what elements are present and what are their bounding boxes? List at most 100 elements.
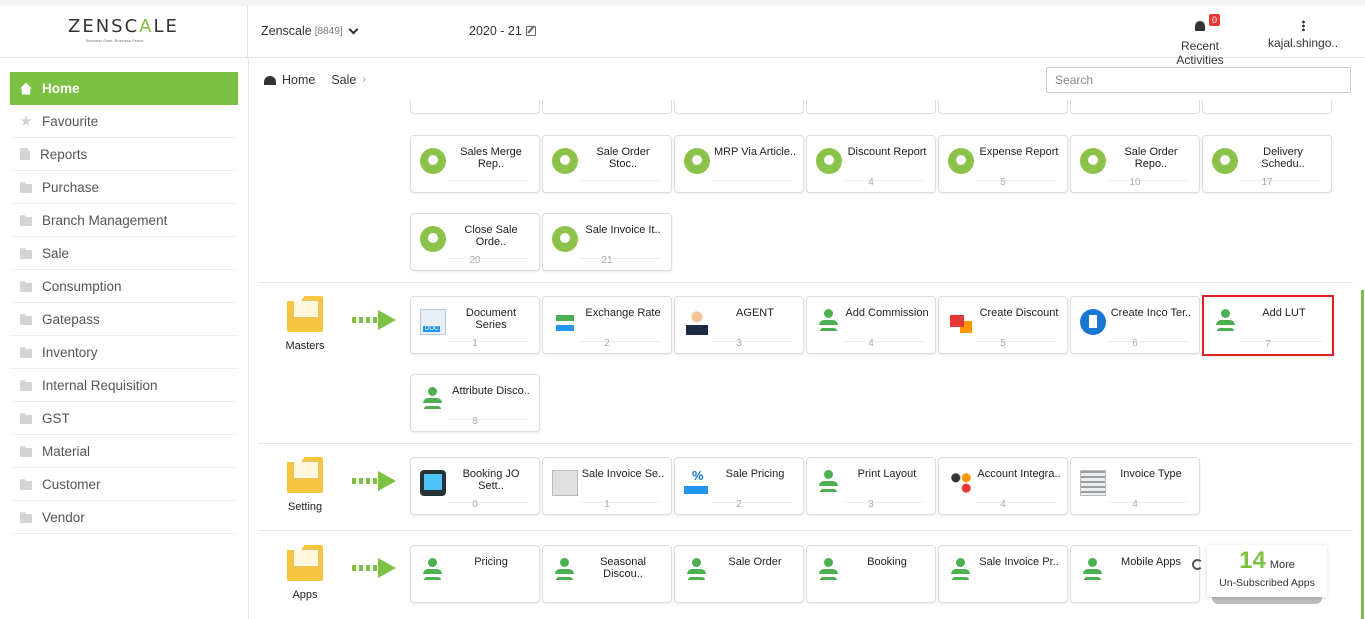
setting-card-invoice-type[interactable]: Invoice Type 4	[1070, 457, 1200, 515]
home-icon	[20, 82, 32, 95]
card-number: 8	[472, 416, 478, 427]
logo[interactable]: ZENSCALE	[68, 16, 179, 37]
folder-icon	[20, 380, 32, 391]
search-input[interactable]	[1046, 67, 1351, 93]
sidebar-item-customer[interactable]: Customer	[10, 468, 238, 501]
section-label-setting: Setting	[287, 501, 323, 513]
master-card-attribute-discount[interactable]: Attribute Disco.. 8	[410, 374, 540, 432]
folder-icon	[20, 479, 32, 490]
phone-icon	[420, 470, 446, 496]
card-title: Account Integra..	[977, 468, 1061, 480]
card-number: 17	[1261, 177, 1273, 188]
sidebar-item-purchase[interactable]: Purchase	[10, 171, 238, 204]
master-card-document-series[interactable]: Document Series 1	[410, 296, 540, 354]
report-card[interactable]: MRP Via Article..	[674, 135, 804, 193]
sidebar-item-inventory[interactable]: Inventory	[10, 336, 238, 369]
setting-card-sale-invoice[interactable]: Sale Invoice Se.. 1	[542, 457, 672, 515]
report-card[interactable]: Sale Invoice It.. 21	[542, 213, 672, 271]
card-title: Add Commission	[845, 307, 929, 319]
more-apps-word: More	[1269, 559, 1295, 571]
recent-activities-button[interactable]: 0 Recent Activities	[1157, 14, 1243, 67]
sidebar-item-label: Branch Management	[42, 212, 168, 228]
card-number: 7	[1265, 339, 1271, 350]
document-icon	[20, 148, 30, 160]
sidebar-item-vendor[interactable]: Vendor	[10, 501, 238, 534]
sidebar-item-label: Gatepass	[42, 311, 100, 327]
app-card-pricing[interactable]: Pricing	[410, 545, 540, 603]
scrollbar[interactable]	[1361, 290, 1364, 619]
master-card-add-lut[interactable]: Add LUT 7	[1202, 295, 1334, 356]
user-menu[interactable]: kajal.shingo..	[1268, 20, 1338, 50]
sidebar-item-sale[interactable]: Sale	[10, 237, 238, 270]
invoice-icon	[552, 470, 578, 496]
report-card[interactable]: Sales Merge Rep..	[410, 135, 540, 193]
report-card[interactable]: Sale Order Stoc..	[542, 135, 672, 193]
dashboard-icon	[264, 75, 276, 85]
app-card-mobile-apps[interactable]: Mobile Apps	[1070, 545, 1200, 603]
app-card-sale-invoice-print[interactable]: Sale Invoice Pr..	[938, 545, 1068, 603]
account-integration-icon	[948, 470, 974, 496]
master-card-create-inco-terms[interactable]: Create Inco Ter.. 6	[1070, 296, 1200, 354]
card-title: Expense Report	[979, 146, 1059, 158]
card-number: 6	[1132, 338, 1138, 349]
person-icon	[420, 387, 446, 413]
section-divider	[258, 282, 1353, 283]
report-icon	[1212, 148, 1238, 174]
card-number: 2	[604, 338, 610, 349]
master-card-create-discount[interactable]: Create Discount 5	[938, 296, 1068, 354]
setting-card-account-integration[interactable]: Account Integra.. 4	[938, 457, 1068, 515]
master-card-exchange-rate[interactable]: Exchange Rate 2	[542, 296, 672, 354]
folder-icon	[20, 512, 32, 523]
sidebar-item-reports[interactable]: Reports	[10, 138, 238, 171]
card-number: 20	[469, 255, 481, 266]
company-selector[interactable]: Zenscale [8849]	[261, 24, 358, 38]
master-card-agent[interactable]: AGENT 3	[674, 296, 804, 354]
breadcrumb-current[interactable]: Sale	[331, 73, 356, 87]
card-number: 2	[736, 499, 742, 510]
app-card-sale-order[interactable]: Sale Order	[674, 545, 804, 603]
setting-card-booking-jo[interactable]: Booking JO Sett.. 0	[410, 457, 540, 515]
card-title: Booking JO Sett..	[462, 468, 520, 492]
breadcrumb-home[interactable]: Home	[282, 73, 315, 87]
sidebar-item-favourite[interactable]: Favourite	[10, 105, 238, 138]
sidebar-item-consumption[interactable]: Consumption	[10, 270, 238, 303]
report-icon	[420, 148, 446, 174]
sidebar-item-branch-management[interactable]: Branch Management	[10, 204, 238, 237]
section-label-apps: Apps	[292, 589, 318, 601]
person-icon	[948, 558, 974, 584]
folder-icon	[20, 248, 32, 259]
report-card[interactable]: Close Sale Orde.. 20	[410, 213, 540, 271]
sidebar-item-label: Purchase	[42, 179, 100, 195]
report-card[interactable]: Expense Report 5	[938, 135, 1068, 193]
sidebar-item-label: Consumption	[42, 278, 122, 294]
edit-icon[interactable]	[525, 26, 536, 36]
more-apps-shadow	[1212, 597, 1322, 604]
sidebar-item-internal-requisition[interactable]: Internal Requisition	[10, 369, 238, 402]
refresh-icon[interactable]	[1192, 559, 1203, 570]
app-card-seasonal-discount[interactable]: Seasonal Discou..	[542, 545, 672, 603]
sidebar-item-label: Favourite	[42, 113, 99, 129]
sidebar-item-gst[interactable]: GST	[10, 402, 238, 435]
master-card-add-commission[interactable]: Add Commission 4	[806, 296, 936, 354]
report-card[interactable]: Sale Order Repo.. 10	[1070, 135, 1200, 193]
report-card[interactable]: Discount Report 4	[806, 135, 936, 193]
report-icon	[552, 148, 578, 174]
card-title: Add LUT	[1262, 307, 1306, 319]
inco-terms-icon	[1080, 309, 1106, 335]
card-title: Sale Order Repo..	[1124, 146, 1178, 170]
arrow-right-icon	[352, 471, 398, 491]
financial-year[interactable]: 2020 - 21	[469, 24, 536, 38]
folder-icon	[20, 413, 32, 424]
setting-card-sale-pricing[interactable]: Sale Pricing 2	[674, 457, 804, 515]
more-apps-button[interactable]: 14 More Un-Subscribed Apps	[1207, 545, 1327, 597]
sidebar-item-gatepass[interactable]: Gatepass	[10, 303, 238, 336]
card-title: Seasonal Discou..	[600, 556, 646, 580]
person-icon	[420, 558, 446, 584]
breadcrumb: Home Sale ›	[264, 73, 366, 87]
report-card[interactable]: Delivery Schedu.. 17	[1202, 135, 1332, 193]
app-card-booking[interactable]: Booking	[806, 545, 936, 603]
sidebar-item-material[interactable]: Material	[10, 435, 238, 468]
setting-card-print-layout[interactable]: Print Layout 3	[806, 457, 936, 515]
card-title: Delivery Schedu..	[1261, 146, 1305, 170]
sidebar-item-home[interactable]: Home	[10, 72, 238, 105]
